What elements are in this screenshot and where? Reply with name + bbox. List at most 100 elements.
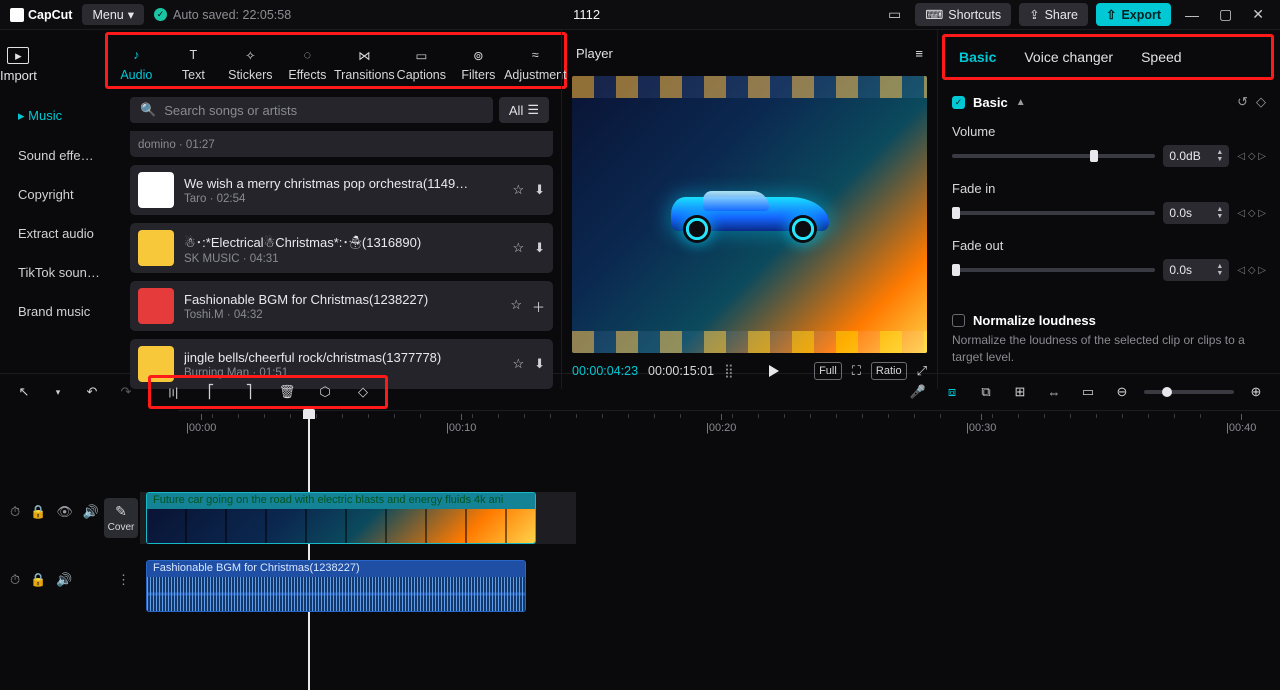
fadein-slider[interactable] [952, 211, 1155, 215]
import-button[interactable]: ▸ Import [0, 30, 37, 89]
song-star-icon[interactable]: ☆ [512, 240, 524, 256]
category-item[interactable]: Sound effe… [10, 139, 120, 172]
track-menu-icon[interactable]: ⋮ [117, 572, 130, 588]
fadeout-slider[interactable] [952, 268, 1155, 272]
maximize-button[interactable]: ▢ [1213, 6, 1238, 23]
tab-filters[interactable]: ⊚Filters [450, 46, 507, 82]
filter-all-button[interactable]: All ☰ [499, 97, 549, 123]
volume-slider[interactable] [952, 154, 1155, 158]
trim-right-icon[interactable]: ⎤ [237, 380, 261, 404]
song-download-icon[interactable]: ⬇ [534, 182, 545, 198]
fadein-value[interactable]: 0.0s▲▼ [1163, 202, 1229, 224]
volume-control: Volume 0.0dB▲▼ ◁ ◇ ▷ [952, 124, 1266, 167]
marker-icon[interactable]: ◇ [351, 380, 375, 404]
reset-icon[interactable]: ↺ [1237, 94, 1248, 110]
timeline-ruler[interactable]: |00:00|00:10|00:20|00:30|00:40 [178, 410, 1280, 430]
link-icon[interactable]: ⧉ [974, 380, 998, 404]
minimize-button[interactable]: — [1179, 7, 1205, 23]
undo-icon[interactable]: ↶ [80, 380, 104, 404]
track-lanes[interactable]: ✎CoverFuture car going on the road with … [140, 430, 1280, 679]
song-star-icon[interactable]: ☆ [512, 356, 524, 372]
filters-icon: ⊚ [469, 46, 487, 64]
player-preview[interactable] [572, 76, 927, 353]
clip-tool-icon[interactable]: ▭ [1076, 380, 1100, 404]
track-lock-icon[interactable]: 🔒 [30, 504, 46, 520]
category-item[interactable]: ▸ Music [10, 99, 120, 133]
song-star-icon[interactable]: ☆ [510, 297, 522, 316]
tab-adjustment[interactable]: ≈Adjustment [507, 46, 564, 82]
category-item[interactable]: TikTok soun… [10, 256, 120, 289]
track-speaker-icon[interactable]: 🔊 [56, 572, 72, 588]
fadeout-value[interactable]: 0.0s▲▼ [1163, 259, 1229, 281]
cover-button[interactable]: ✎Cover [104, 498, 138, 538]
tab-captions[interactable]: ▭Captions [393, 46, 450, 82]
redo-icon[interactable]: ↷ [114, 380, 138, 404]
song-download-icon[interactable]: ⬇ [534, 356, 545, 372]
shortcuts-button[interactable]: ⌨ Shortcuts [915, 3, 1011, 26]
category-item[interactable]: Copyright [10, 178, 120, 211]
prop-tab-basic[interactable]: Basic [959, 49, 996, 65]
collapse-icon[interactable]: ▲ [1016, 97, 1026, 108]
track-lane[interactable]: ✎CoverFuture car going on the road with … [140, 492, 1280, 544]
zoom-out-icon[interactable]: ⊖ [1110, 380, 1134, 404]
zoom-slider[interactable] [1144, 390, 1234, 394]
tab-stickers[interactable]: ✧Stickers [222, 46, 279, 82]
filter-icon: ☰ [527, 102, 539, 118]
fadein-keyframe[interactable]: ◁ ◇ ▷ [1237, 208, 1266, 219]
main-area: ▸ Import ♪AudioTText✧Stickers◌Effects⋈Tr… [0, 30, 1280, 373]
song-star-icon[interactable]: ☆ [512, 182, 524, 198]
category-item[interactable]: Brand music [10, 295, 120, 328]
category-item[interactable]: Extract audio [10, 217, 120, 250]
magnet-icon[interactable]: ⧈ [940, 380, 964, 404]
zoom-in-icon[interactable]: ⊕ [1244, 380, 1268, 404]
song-plus-icon[interactable]: ＋ [532, 297, 545, 316]
player-menu-icon[interactable]: ≡ [915, 46, 923, 61]
basic-checkbox-icon[interactable]: ✓ [952, 96, 965, 109]
tab-effects[interactable]: ◌Effects [279, 46, 336, 82]
video-clip[interactable]: Future car going on the road with electr… [146, 492, 536, 544]
volume-value[interactable]: 0.0dB▲▼ [1163, 145, 1229, 167]
song-thumbnail [138, 230, 174, 266]
close-button[interactable]: ✕ [1246, 6, 1270, 23]
song-thumbnail [138, 172, 174, 208]
export-button[interactable]: ⇧ Export [1096, 3, 1171, 26]
keyframe-icon[interactable]: ◇ [1256, 94, 1266, 110]
song-download-icon[interactable]: ⬇ [534, 240, 545, 256]
track-lock-icon[interactable]: 🔒 [30, 572, 46, 588]
normalize-checkbox[interactable] [952, 314, 965, 327]
track-speaker-icon[interactable]: 🔊 [83, 504, 99, 520]
split-icon[interactable]: 〣 [161, 380, 185, 404]
preview-axis-icon[interactable]: ⊞ [1008, 380, 1032, 404]
track-timer-icon[interactable]: ⏱ [10, 504, 20, 520]
properties-panel: Basic Voice changer Speed ✓ Basic ▲ ↺ ◇ Vo… [938, 30, 1280, 389]
delete-icon[interactable]: 🗑 [275, 380, 299, 404]
trim-left-icon[interactable]: ⎡ [199, 380, 223, 404]
song-row[interactable]: We wish a merry christmas pop orchestra(… [130, 165, 553, 215]
timeline-toolbar: ↖ ▾ ↶ ↷ 〣 ⎡ ⎤ 🗑 ⬡ ◇ 🎤 ⧈ ⧉ ⊞ ⇔ ▭ ⊖ ⊕ [0, 374, 1280, 410]
track-timer-icon[interactable]: ⏱ [10, 572, 20, 588]
tab-audio[interactable]: ♪Audio [108, 46, 165, 82]
prop-tab-speed[interactable]: Speed [1141, 49, 1181, 65]
marker-add-icon[interactable]: ⬡ [313, 380, 337, 404]
track-lane[interactable]: Fashionable BGM for Christmas(1238227) [140, 560, 1280, 612]
basic-section-header[interactable]: ✓ Basic ▲ ↺ ◇ [952, 94, 1266, 110]
volume-keyframe[interactable]: ◁ ◇ ▷ [1237, 151, 1266, 162]
layout-icon[interactable]: ▭ [882, 6, 907, 23]
mic-record-icon[interactable]: 🎤 [906, 380, 930, 404]
tab-transitions[interactable]: ⋈Transitions [336, 46, 393, 82]
track-link-icon[interactable]: ⇔ [1042, 380, 1066, 404]
audio-clip[interactable]: Fashionable BGM for Christmas(1238227) [146, 560, 526, 612]
song-row[interactable]: ☃･:*Electrical☃Christmas*:･☃(1316890)SK … [130, 223, 553, 273]
pointer-dropdown-icon[interactable]: ▾ [46, 380, 70, 404]
menu-button[interactable]: Menu ▾ [82, 4, 144, 25]
song-row[interactable]: domino · 01:27 [130, 131, 553, 157]
prop-tab-voice-changer[interactable]: Voice changer [1024, 49, 1113, 65]
song-row[interactable]: Fashionable BGM for Christmas(1238227)To… [130, 281, 553, 331]
fadeout-keyframe[interactable]: ◁ ◇ ▷ [1237, 265, 1266, 276]
track-eye-icon[interactable]: 👁 [56, 504, 73, 520]
share-button[interactable]: ⇪ Share [1019, 3, 1088, 26]
titlebar-right: ▭ ⌨ Shortcuts ⇪ Share ⇧ Export — ▢ ✕ [882, 3, 1270, 26]
pointer-tool-icon[interactable]: ↖ [12, 380, 36, 404]
search-input[interactable]: 🔍 Search songs or artists [130, 97, 493, 123]
tab-text[interactable]: TText [165, 46, 222, 82]
